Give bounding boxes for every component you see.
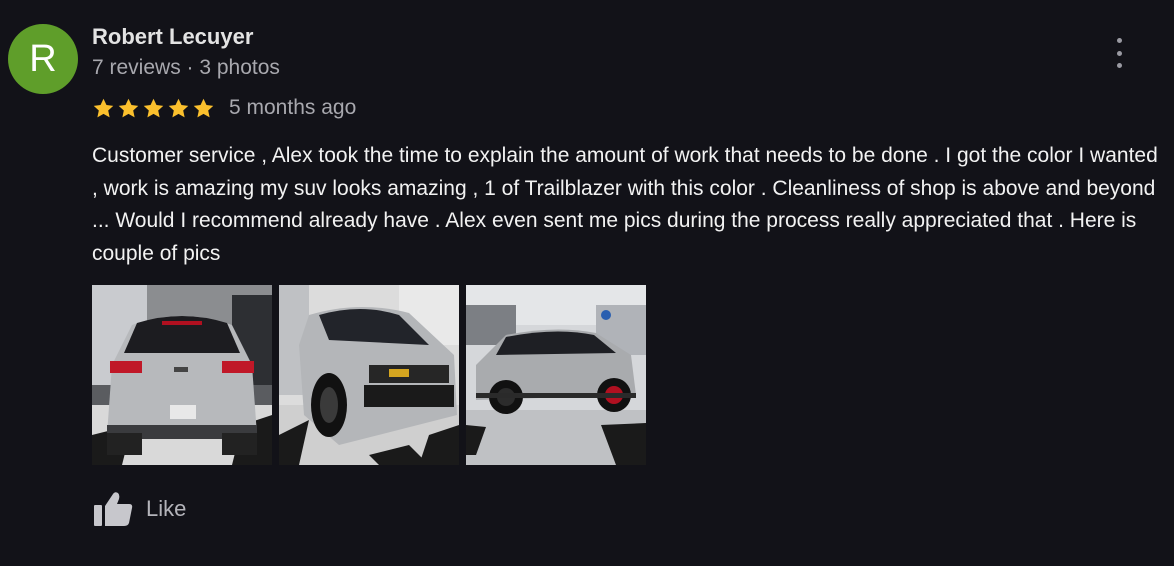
rating-row: 5 months ago [92,94,356,122]
photo-front-view[interactable] [279,285,459,465]
review-text: Customer service , Alex took the time to… [92,144,1158,265]
author-meta: 7 reviews · 3 photos [92,56,280,79]
more-options-button[interactable] [1110,38,1128,68]
more-vertical-icon-dot [1116,63,1122,68]
star-icon [118,98,139,117]
author-name[interactable]: Robert Lecuyer [92,24,253,50]
review-date: 5 months ago [229,96,357,119]
review-card: R Robert Lecuyer 7 reviews · 3 photos 5 … [0,0,1174,566]
more-vertical-icon-dot [1116,50,1122,56]
star-icon [168,98,189,117]
star-rating [92,97,215,120]
photo-strip [92,285,646,465]
like-button[interactable]: Like [92,490,186,528]
photo-rear-view[interactable] [92,285,272,465]
star-icon [93,98,114,117]
more-vertical-icon [1116,38,1122,43]
like-label: Like [146,496,187,521]
avatar-letter: R [29,37,57,80]
star-icon [143,98,164,117]
photo-side-view[interactable] [466,285,646,465]
avatar[interactable]: R [8,24,78,94]
thumbs-up-icon [94,492,133,526]
star-icon [193,98,214,117]
